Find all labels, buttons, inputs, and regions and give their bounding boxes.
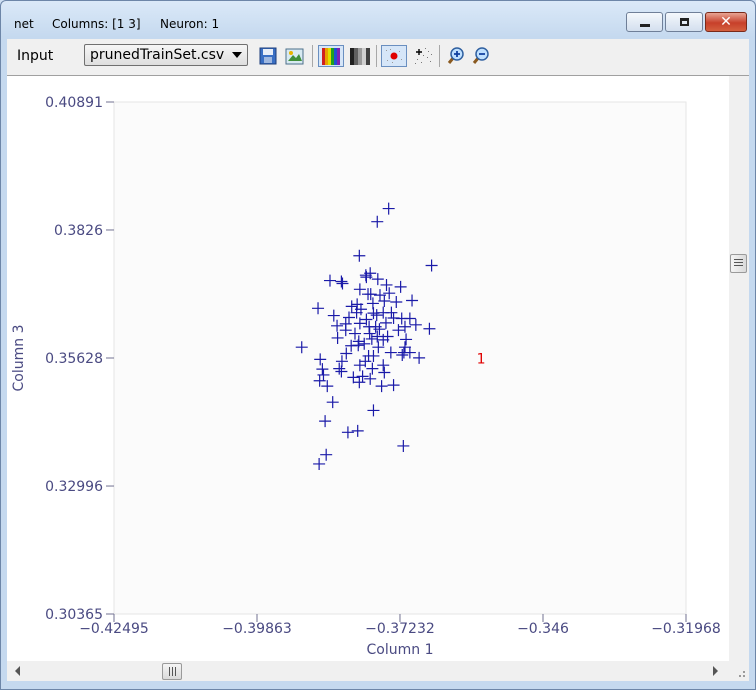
y-axis: 0.40891 0.3826 0.35628 0.32996 0.30365 xyxy=(45,95,114,623)
neuron-label: 1 xyxy=(477,351,486,367)
toolbar-separator xyxy=(439,45,440,67)
input-label: Input xyxy=(17,48,54,64)
horizontal-scrollbar[interactable] xyxy=(7,661,729,681)
app-window: net Columns: [1 3] Neuron: 1 ✕ Input pru… xyxy=(0,0,756,690)
show-neurons-icon xyxy=(386,49,402,63)
title-bar[interactable]: net Columns: [1 3] Neuron: 1 ✕ xyxy=(1,1,755,39)
toolbar-separator xyxy=(376,45,377,67)
show-neurons-button[interactable] xyxy=(381,45,407,67)
neuron-info: Neuron: 1 xyxy=(160,17,220,31)
chevron-down-icon xyxy=(232,52,242,58)
toolbar: Input prunedTrainSet.csv xyxy=(7,39,749,76)
scroll-left-icon[interactable] xyxy=(15,666,20,676)
maximize-button[interactable] xyxy=(665,12,703,32)
export-image-button[interactable] xyxy=(284,45,306,67)
y-tick-label: 0.3826 xyxy=(54,223,103,239)
minimize-button[interactable] xyxy=(626,12,663,32)
x-tick-label: −0.346 xyxy=(517,621,569,637)
save-button[interactable] xyxy=(257,45,279,67)
x-tick-label: −0.31968 xyxy=(651,621,721,637)
scatter-plot[interactable]: −0.42495 −0.39863 −0.37232 −0.346 −0.31968 0… xyxy=(7,76,729,661)
horizontal-scroll-thumb[interactable] xyxy=(162,663,182,680)
resize-grip-icon xyxy=(739,671,745,677)
window-title: net xyxy=(14,17,34,31)
minimize-icon xyxy=(627,13,662,31)
show-data-points-icon xyxy=(415,48,432,64)
y-tick-label: 0.32996 xyxy=(45,479,103,495)
grayscale-palette-button[interactable] xyxy=(348,45,372,67)
scroll-right-icon[interactable] xyxy=(713,666,718,676)
file-select-value: prunedTrainSet.csv xyxy=(90,47,225,63)
y-tick-label: 0.40891 xyxy=(45,95,103,111)
x-tick-label: −0.42495 xyxy=(79,621,149,637)
vertical-scroll-thumb[interactable] xyxy=(730,254,747,273)
color-palette-button[interactable] xyxy=(318,45,344,67)
toolbar-separator xyxy=(312,45,313,67)
file-select[interactable]: prunedTrainSet.csv xyxy=(84,44,248,66)
y-axis-label: Column 3 xyxy=(11,325,27,392)
color-palette-icon xyxy=(322,48,340,65)
restore-icon xyxy=(666,13,702,31)
close-icon: ✕ xyxy=(720,14,732,30)
columns-info: Columns: [1 3] xyxy=(52,17,141,31)
export-image-icon xyxy=(285,48,304,65)
plot-canvas[interactable]: −0.42495 −0.39863 −0.37232 −0.346 −0.31968 0… xyxy=(7,76,729,661)
x-axis: −0.42495 −0.39863 −0.37232 −0.346 −0.31968 xyxy=(79,614,721,637)
plot-area xyxy=(113,101,687,615)
grayscale-palette-icon xyxy=(350,48,370,65)
close-button[interactable]: ✕ xyxy=(705,12,747,32)
y-tick-label: 0.35628 xyxy=(45,351,103,367)
y-tick-label: 0.30365 xyxy=(45,607,103,623)
save-icon xyxy=(259,47,277,65)
zoom-in-icon xyxy=(447,47,464,64)
resize-grip[interactable] xyxy=(729,661,749,681)
x-tick-label: −0.37232 xyxy=(365,621,435,637)
show-data-points-button[interactable] xyxy=(411,45,435,67)
zoom-out-button[interactable] xyxy=(469,45,491,67)
x-tick-label: −0.39863 xyxy=(222,621,292,637)
x-axis-label: Column 1 xyxy=(367,642,434,658)
zoom-out-icon xyxy=(472,47,489,64)
neurons: 1 xyxy=(477,351,486,367)
vertical-scrollbar[interactable] xyxy=(729,76,749,661)
zoom-in-button[interactable] xyxy=(444,45,466,67)
